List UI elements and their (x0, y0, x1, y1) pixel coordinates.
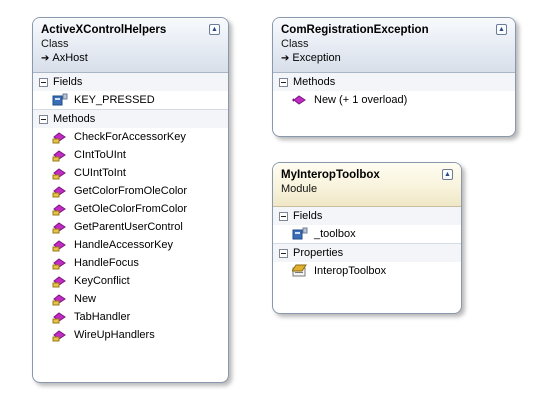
section-methods[interactable]: Methods (33, 109, 228, 128)
list-item[interactable]: CIntToUInt (33, 146, 228, 164)
method-icon (52, 202, 68, 216)
base-type: ➔ Exception (281, 51, 507, 66)
list-item[interactable]: KeyConflict (33, 272, 228, 290)
method-icon (52, 166, 68, 180)
method-icon (52, 238, 68, 252)
collapse-section-icon[interactable] (279, 248, 288, 258)
method-icon (52, 130, 68, 144)
module-stereotype: Module (281, 183, 318, 195)
method-name: CheckForAccessorKey (74, 131, 186, 143)
class-stereotype: Class (41, 38, 69, 50)
list-item[interactable]: TabHandler (33, 308, 228, 326)
method-icon (52, 310, 68, 324)
list-item[interactable]: New (+ 1 overload) (273, 91, 515, 109)
field-name: KEY_PRESSED (74, 94, 155, 106)
method-icon (52, 292, 68, 306)
list-item[interactable]: New (33, 290, 228, 308)
class-stereotype: Class (281, 38, 309, 50)
class-title: ComRegistrationException (281, 24, 429, 36)
method-icon (52, 184, 68, 198)
shape-body: Fields _toolbox Properties InteropToolbo… (273, 207, 461, 284)
base-type-label: Exception (292, 52, 341, 64)
list-item[interactable]: WireUpHandlers (33, 326, 228, 344)
method-name: GetParentUserControl (74, 221, 183, 233)
class-shape-comregistrationexception[interactable]: ComRegistrationException Class ➔ Excepti… (272, 17, 516, 137)
chevron-up-icon[interactable]: ▲ (496, 24, 507, 35)
method-name: WireUpHandlers (74, 329, 155, 341)
shape-body: Fields KEY_PRESSED Methods CheckForAcces… (33, 73, 228, 348)
list-item[interactable]: GetOleColorFromColor (33, 200, 228, 218)
collapse-section-icon[interactable] (39, 114, 48, 124)
method-icon (52, 256, 68, 270)
method-name: HandleAccessorKey (74, 239, 174, 251)
list-item[interactable]: KEY_PRESSED (33, 91, 228, 109)
section-label: Methods (293, 76, 336, 88)
list-item[interactable]: GetParentUserControl (33, 218, 228, 236)
section-fields[interactable]: Fields (33, 73, 228, 91)
method-name: KeyConflict (74, 275, 130, 287)
method-name: GetColorFromOleColor (74, 185, 188, 197)
module-title: MyInteropToolbox (281, 169, 380, 181)
method-name: New (+ 1 overload) (314, 94, 408, 106)
list-item[interactable]: GetColorFromOleColor (33, 182, 228, 200)
section-properties[interactable]: Properties (273, 243, 461, 262)
method-icon (52, 220, 68, 234)
shape-header: ComRegistrationException Class ➔ Excepti… (273, 18, 515, 73)
section-methods[interactable]: Methods (273, 73, 515, 91)
base-type-label: AxHost (52, 52, 88, 64)
list-item[interactable]: CUIntToInt (33, 164, 228, 182)
inheritance-arrow-icon: ➔ (41, 53, 50, 64)
section-label: Fields (293, 210, 323, 222)
list-item[interactable]: CheckForAccessorKey (33, 128, 228, 146)
collapse-section-icon[interactable] (279, 211, 288, 221)
section-label: Methods (53, 113, 96, 125)
property-name: InteropToolbox (314, 265, 387, 277)
method-name: CUIntToInt (74, 167, 126, 179)
shape-header: MyInteropToolbox Module ▲ (273, 163, 461, 207)
chevron-up-icon[interactable]: ▲ (442, 169, 453, 180)
collapse-section-icon[interactable] (279, 77, 288, 87)
method-name: New (74, 293, 97, 305)
class-title: ActiveXControlHelpers (41, 24, 167, 36)
method-icon (52, 328, 68, 342)
base-type: ➔ AxHost (41, 51, 220, 66)
list-item[interactable]: _toolbox (273, 225, 461, 243)
field-icon (52, 93, 68, 107)
field-name: _toolbox (314, 228, 356, 240)
property-icon (292, 264, 308, 278)
method-icon (292, 93, 308, 107)
shape-body: Methods New (+ 1 overload) (273, 73, 515, 113)
method-name: CIntToUInt (74, 149, 126, 161)
section-fields[interactable]: Fields (273, 207, 461, 225)
section-label: Fields (53, 76, 83, 88)
collapse-section-icon[interactable] (39, 77, 48, 87)
method-icon (52, 274, 68, 288)
section-label: Properties (293, 247, 344, 259)
method-name: HandleFocus (74, 257, 139, 269)
field-icon (292, 227, 308, 241)
list-item[interactable]: InteropToolbox (273, 262, 461, 280)
method-icon (52, 148, 68, 162)
shape-header: ActiveXControlHelpers Class ➔ AxHost ▲ (33, 18, 228, 73)
chevron-up-icon[interactable]: ▲ (209, 24, 220, 35)
method-name: GetOleColorFromColor (74, 203, 188, 215)
method-name: TabHandler (74, 311, 131, 323)
inheritance-arrow-icon: ➔ (281, 53, 290, 64)
list-item[interactable]: HandleFocus (33, 254, 228, 272)
list-item[interactable]: HandleAccessorKey (33, 236, 228, 254)
class-shape-activexcontrolhelpers[interactable]: ActiveXControlHelpers Class ➔ AxHost ▲ F… (32, 17, 229, 383)
module-shape-myinteroptoolbox[interactable]: MyInteropToolbox Module ▲ Fields _toolbo… (272, 162, 462, 314)
